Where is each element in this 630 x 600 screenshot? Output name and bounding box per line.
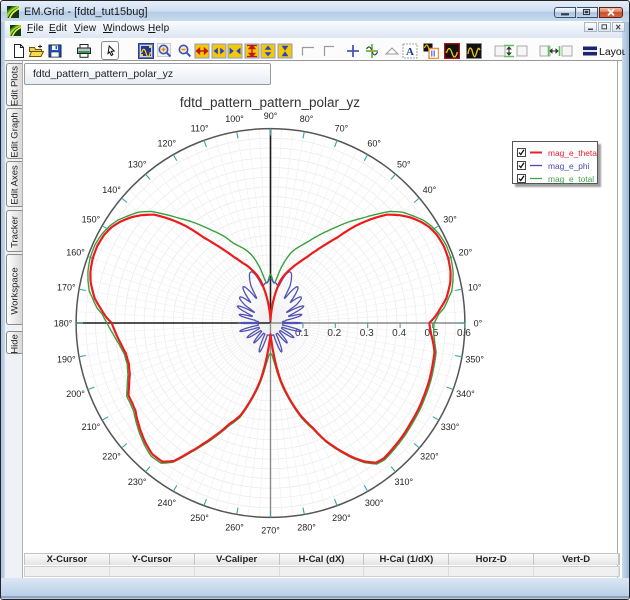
svg-text:310°: 310°: [394, 477, 413, 487]
svg-text:mag_e_theta: mag_e_theta: [548, 148, 597, 158]
svg-text:0.4: 0.4: [392, 328, 406, 339]
svg-text:280°: 280°: [297, 523, 316, 533]
svg-text:230°: 230°: [128, 477, 147, 487]
svg-text:70°: 70°: [335, 123, 349, 133]
svg-text:250°: 250°: [190, 513, 209, 523]
svg-text:90°: 90°: [264, 111, 278, 121]
svg-text:190°: 190°: [57, 354, 76, 364]
svg-text:320°: 320°: [420, 452, 439, 462]
svg-text:140°: 140°: [102, 185, 121, 195]
svg-text:170°: 170°: [57, 282, 76, 292]
svg-text:mag_e_phi: mag_e_phi: [548, 161, 590, 171]
svg-text:30°: 30°: [443, 215, 457, 225]
svg-text:260°: 260°: [225, 523, 244, 533]
svg-text:mag_e_total: mag_e_total: [548, 174, 594, 184]
svg-text:130°: 130°: [128, 159, 147, 169]
svg-text:350°: 350°: [465, 354, 484, 364]
svg-text:120°: 120°: [157, 139, 176, 149]
svg-text:330°: 330°: [441, 422, 460, 432]
svg-text:fdtd_pattern_pattern_polar_yz: fdtd_pattern_pattern_polar_yz: [180, 95, 360, 110]
svg-text:240°: 240°: [157, 498, 176, 508]
svg-text:220°: 220°: [102, 452, 121, 462]
svg-text:290°: 290°: [332, 513, 351, 523]
svg-text:0.3: 0.3: [360, 328, 374, 339]
svg-text:300°: 300°: [365, 498, 384, 508]
svg-text:200°: 200°: [66, 389, 85, 399]
svg-text:0°: 0°: [474, 318, 483, 328]
svg-text:270°: 270°: [261, 526, 280, 536]
svg-text:A: A: [406, 46, 414, 58]
svg-text:80°: 80°: [300, 114, 314, 124]
svg-text:340°: 340°: [456, 389, 475, 399]
svg-text:50°: 50°: [397, 159, 411, 169]
svg-text:110°: 110°: [191, 123, 209, 133]
svg-text:100°: 100°: [225, 114, 244, 124]
svg-text:210°: 210°: [82, 422, 101, 432]
svg-text:0.6: 0.6: [457, 328, 471, 339]
svg-text:160°: 160°: [66, 247, 85, 257]
svg-text:180°: 180°: [54, 318, 73, 328]
svg-text:10°: 10°: [468, 282, 482, 292]
svg-text:0.2: 0.2: [327, 328, 341, 339]
svg-text:40°: 40°: [423, 185, 437, 195]
svg-text:150°: 150°: [82, 215, 101, 225]
svg-text:60°: 60°: [367, 139, 381, 149]
svg-text:20°: 20°: [459, 247, 473, 257]
